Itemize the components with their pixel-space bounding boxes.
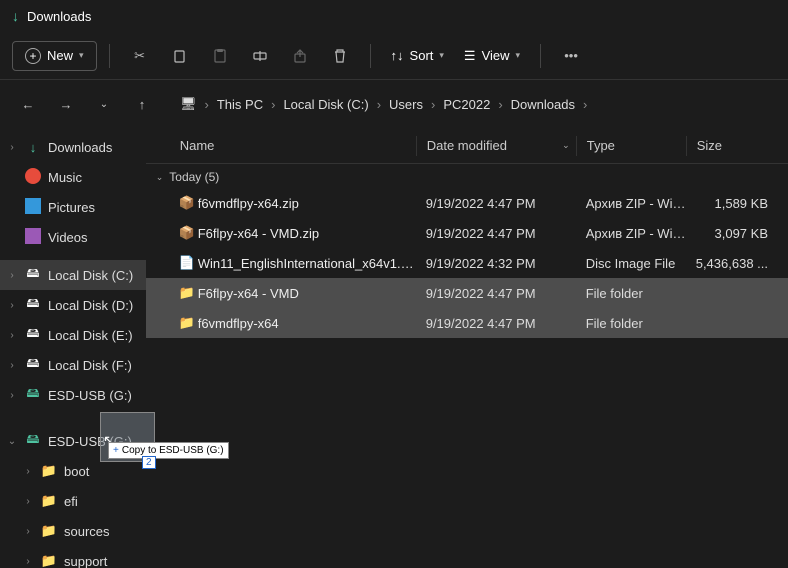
chevron-down-icon: ▾ xyxy=(516,50,521,61)
file-type: Disc Image File xyxy=(576,256,686,271)
sidebar-item-videos[interactable]: Videos xyxy=(0,222,146,252)
file-row[interactable]: 📦F6flpy-x64 - VMD.zip9/19/2022 4:47 PMАр… xyxy=(146,218,788,248)
sidebar-item-drive-d[interactable]: ›🖴Local Disk (D:) xyxy=(0,290,146,320)
chevron-down-icon: ▾ xyxy=(79,50,84,61)
view-button[interactable]: ☰ View ▾ xyxy=(456,48,528,64)
forward-button[interactable]: → xyxy=(50,88,82,120)
file-list: Name Date modified⌄ Type Size ⌄Today (5)… xyxy=(146,128,788,568)
sidebar-item-sources[interactable]: ›📁sources xyxy=(0,516,146,546)
drag-count-badge: 2 xyxy=(142,456,156,469)
view-icon: ☰ xyxy=(464,48,476,64)
more-icon[interactable]: ••• xyxy=(553,38,589,74)
file-name: Win11_EnglishInternational_x64v1.iso xyxy=(198,256,416,271)
file-type: Архив ZIP - WinR... xyxy=(576,226,686,241)
file-icon: 📦 xyxy=(176,225,198,241)
sidebar: ›↓Downloads Music Pictures Videos ›🖴Loca… xyxy=(0,128,146,568)
downloads-icon: ↓ xyxy=(12,8,19,24)
chevron-down-icon: ▾ xyxy=(439,50,444,61)
file-row[interactable]: 📁F6flpy-x64 - VMD9/19/2022 4:47 PMFile f… xyxy=(146,278,788,308)
chevron-down-icon[interactable]: ⌄ xyxy=(88,88,120,120)
drag-tooltip: +Copy to ESD-USB (G:) xyxy=(108,442,229,459)
file-type: Архив ZIP - WinR... xyxy=(576,196,686,211)
col-size[interactable]: Size xyxy=(686,136,788,156)
file-name: f6vmdflpy-x64.zip xyxy=(198,196,416,211)
file-icon: 📁 xyxy=(176,315,198,331)
plus-icon: + xyxy=(25,48,41,64)
breadcrumb-item[interactable]: Downloads xyxy=(507,93,579,116)
breadcrumb: 🖥 › This PC › Local Disk (C:) › Users › … xyxy=(176,92,776,116)
sidebar-item-downloads[interactable]: ›↓Downloads xyxy=(0,132,146,162)
file-size: 5,436,638 ... xyxy=(686,256,788,271)
copy-icon[interactable] xyxy=(162,38,198,74)
group-header[interactable]: ⌄Today (5) xyxy=(146,164,788,188)
new-button[interactable]: + New ▾ xyxy=(12,41,97,71)
sidebar-item-pictures[interactable]: Pictures xyxy=(0,192,146,222)
col-name[interactable]: Name xyxy=(176,138,416,153)
titlebar: ↓ Downloads xyxy=(0,0,788,32)
file-icon: 📦 xyxy=(176,195,198,211)
cut-icon[interactable]: ✂ xyxy=(122,38,158,74)
column-headers[interactable]: Name Date modified⌄ Type Size xyxy=(146,128,788,164)
file-name: F6flpy-x64 - VMD.zip xyxy=(198,226,416,241)
file-size: 3,097 KB xyxy=(686,226,788,241)
sidebar-item-drive-e[interactable]: ›🖴Local Disk (E:) xyxy=(0,320,146,350)
file-name: F6flpy-x64 - VMD xyxy=(198,286,416,301)
share-icon[interactable] xyxy=(282,38,318,74)
file-icon: 📁 xyxy=(176,285,198,301)
file-row[interactable]: 📄Win11_EnglishInternational_x64v1.iso9/1… xyxy=(146,248,788,278)
file-row[interactable]: 📁f6vmdflpy-x649/19/2022 4:47 PMFile fold… xyxy=(146,308,788,338)
sort-icon: ↑↓ xyxy=(391,48,404,63)
toolbar: + New ▾ ✂ ↑↓ Sort ▾ ☰ View ▾ ••• xyxy=(0,32,788,80)
back-button[interactable]: ← xyxy=(12,88,44,120)
window-title: Downloads xyxy=(27,9,91,24)
file-type: File folder xyxy=(576,316,686,331)
file-type: File folder xyxy=(576,286,686,301)
file-date: 9/19/2022 4:47 PM xyxy=(416,316,576,331)
paste-icon[interactable] xyxy=(202,38,238,74)
file-name: f6vmdflpy-x64 xyxy=(198,316,416,331)
breadcrumb-item[interactable]: Local Disk (C:) xyxy=(279,93,372,116)
sidebar-item-drive-usb[interactable]: ›🖴ESD-USB (G:) xyxy=(0,380,146,410)
navbar: ← → ⌄ ↑ 🖥 › This PC › Local Disk (C:) › … xyxy=(0,80,788,128)
breadcrumb-item[interactable]: Users xyxy=(385,93,427,116)
up-button[interactable]: ↑ xyxy=(126,88,158,120)
file-date: 9/19/2022 4:47 PM xyxy=(416,286,576,301)
sidebar-item-support[interactable]: ›📁support xyxy=(0,546,146,568)
sidebar-item-efi[interactable]: ›📁efi xyxy=(0,486,146,516)
sort-button[interactable]: ↑↓ Sort ▾ xyxy=(383,48,452,63)
sidebar-item-drive-c[interactable]: ›🖴Local Disk (C:) xyxy=(0,260,146,290)
sidebar-item-music[interactable]: Music xyxy=(0,162,146,192)
file-row[interactable]: 📦f6vmdflpy-x64.zip9/19/2022 4:47 PMАрхив… xyxy=(146,188,788,218)
breadcrumb-item[interactable]: This PC xyxy=(213,93,267,116)
sidebar-item-drive-f[interactable]: ›🖴Local Disk (F:) xyxy=(0,350,146,380)
file-date: 9/19/2022 4:47 PM xyxy=(416,226,576,241)
breadcrumb-item[interactable]: PC2022 xyxy=(439,93,494,116)
file-date: 9/19/2022 4:47 PM xyxy=(416,196,576,211)
file-icon: 📄 xyxy=(176,255,198,271)
new-label: New xyxy=(47,48,73,63)
file-size: 1,589 KB xyxy=(686,196,788,211)
col-type[interactable]: Type xyxy=(576,136,686,156)
rename-icon[interactable] xyxy=(242,38,278,74)
col-date[interactable]: Date modified⌄ xyxy=(416,136,576,156)
file-date: 9/19/2022 4:32 PM xyxy=(416,256,576,271)
pc-icon[interactable]: 🖥 xyxy=(176,92,201,116)
delete-icon[interactable] xyxy=(322,38,358,74)
